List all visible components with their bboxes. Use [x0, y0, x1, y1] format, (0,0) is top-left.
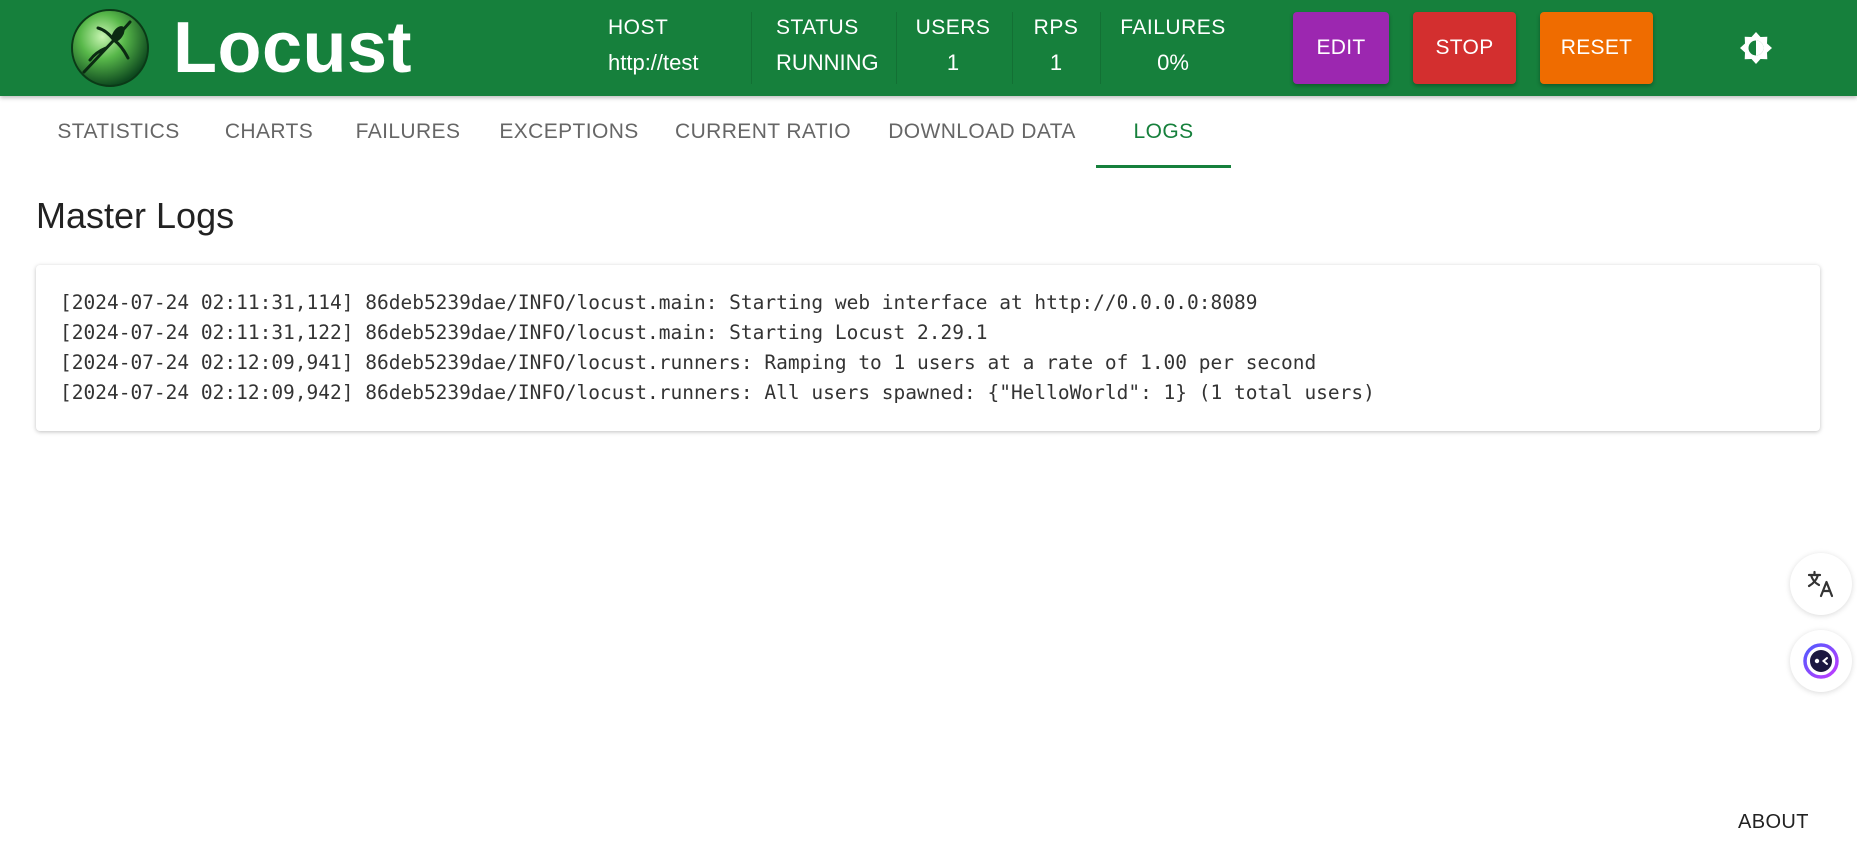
stat-divider — [896, 12, 897, 84]
translate-button[interactable] — [1790, 553, 1852, 615]
tab-current-ratio[interactable]: CURRENT RATIO — [670, 96, 856, 168]
log-list: [2024-07-24 02:11:31,114] 86deb5239dae/I… — [60, 288, 1375, 408]
stat-failures-label: FAILURES — [1120, 16, 1226, 39]
tab-download-data[interactable]: DOWNLOAD DATA — [878, 96, 1086, 168]
reset-button[interactable]: RESET — [1540, 12, 1653, 84]
assistant-button[interactable] — [1790, 630, 1852, 692]
locust-logo — [70, 8, 150, 88]
log-line: [2024-07-24 02:11:31,122] 86deb5239dae/I… — [60, 321, 988, 344]
stat-divider — [1100, 12, 1101, 84]
stat-status: STATUS RUNNING — [776, 14, 896, 78]
stat-rps: RPS 1 — [1022, 14, 1090, 78]
stop-button[interactable]: STOP — [1413, 12, 1516, 84]
top-app-bar: Locust HOST http://test STATUS RUNNING U… — [0, 0, 1857, 96]
stat-host-label: HOST — [608, 16, 669, 39]
stat-status-label: STATUS — [776, 16, 859, 39]
tab-logs[interactable]: LOGS — [1096, 96, 1231, 168]
tab-failures[interactable]: FAILURES — [348, 96, 468, 168]
stat-divider — [1012, 12, 1013, 84]
stat-host-value: http://test — [608, 50, 699, 75]
brand-name: Locust — [173, 8, 413, 88]
edit-button[interactable]: EDIT — [1293, 12, 1389, 84]
about-link[interactable]: ABOUT — [1738, 811, 1809, 834]
stat-rps-value: 1 — [1049, 50, 1063, 75]
tab-bar: STATISTICS CHARTS FAILURES EXCEPTIONS CU… — [0, 96, 1857, 168]
stat-divider — [751, 12, 752, 84]
log-line: [2024-07-24 02:12:09,941] 86deb5239dae/I… — [60, 351, 1317, 374]
brightness-icon[interactable] — [1738, 30, 1774, 66]
stat-failures: FAILURES 0% — [1112, 14, 1234, 78]
tab-exceptions[interactable]: EXCEPTIONS — [490, 96, 648, 168]
tab-charts[interactable]: CHARTS — [212, 96, 326, 168]
stat-users-label: USERS — [915, 16, 991, 39]
log-line: [2024-07-24 02:12:09,942] 86deb5239dae/I… — [60, 381, 1375, 404]
translate-icon — [1807, 570, 1834, 598]
tab-statistics[interactable]: STATISTICS — [40, 96, 197, 168]
stat-users-value: 1 — [946, 50, 960, 75]
active-tab-indicator — [1096, 165, 1231, 168]
stat-status-value: RUNNING — [776, 50, 879, 75]
log-panel: [2024-07-24 02:11:31,114] 86deb5239dae/I… — [36, 265, 1820, 431]
stat-rps-label: RPS — [1033, 16, 1079, 39]
log-line: [2024-07-24 02:11:31,114] 86deb5239dae/I… — [60, 291, 1258, 314]
stat-host: HOST http://test — [608, 14, 738, 78]
stat-users: USERS 1 — [906, 14, 1000, 78]
assistant-icon — [1803, 643, 1839, 679]
page-title: Master Logs — [36, 195, 235, 236]
stat-failures-value: 0% — [1157, 50, 1189, 75]
